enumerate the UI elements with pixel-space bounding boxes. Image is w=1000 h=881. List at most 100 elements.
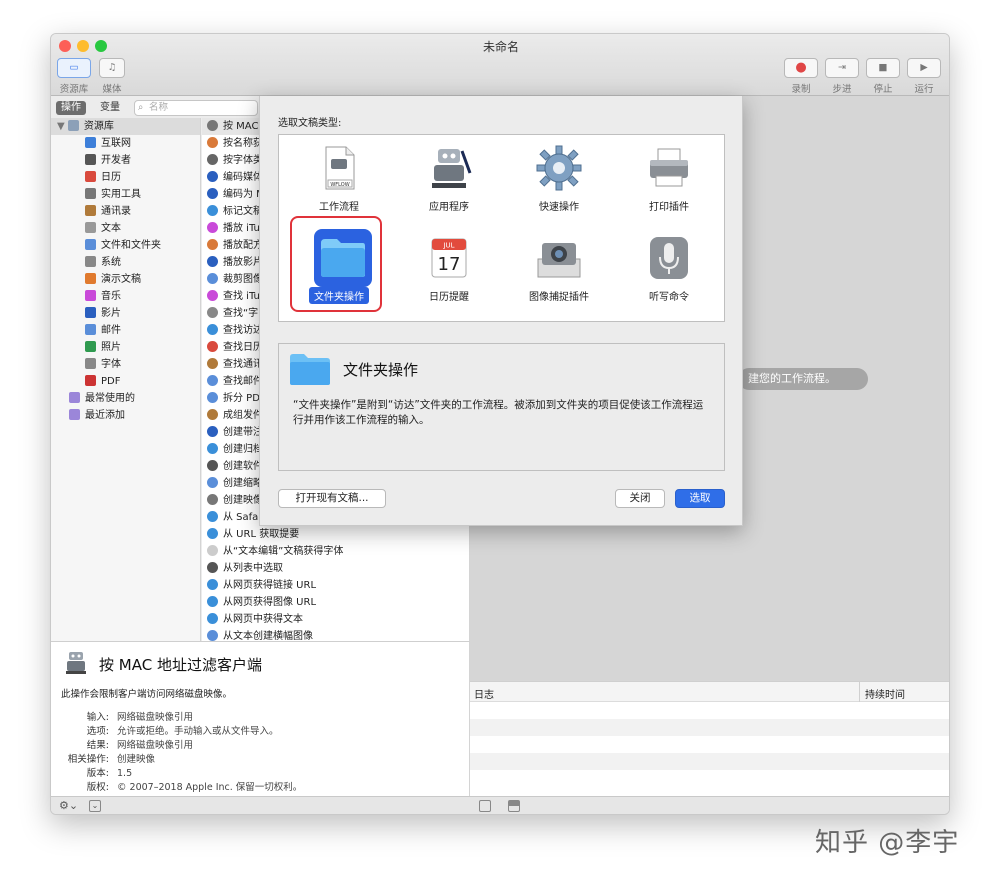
library-item[interactable]: 日历 xyxy=(51,169,200,186)
action-item[interactable]: 从网页获得链接 URL xyxy=(202,577,469,594)
open-existing-button[interactable]: 打开现有文稿... xyxy=(278,489,386,508)
document-type-grid: WFLOW 工作流程 应用程序 快速操作 打印插件文件夹操作 JUL 17 日历提醒 图像捕捉插… xyxy=(278,134,725,322)
stop-icon: ■ xyxy=(878,62,888,73)
search-placeholder: 名称 xyxy=(149,102,169,113)
show-description-icon[interactable]: ⌄ xyxy=(89,800,101,812)
list-view-icon[interactable] xyxy=(479,800,491,812)
doc-type-folder[interactable]: 文件夹操作 xyxy=(285,229,393,304)
text-icon xyxy=(85,222,96,233)
library-item[interactable]: 互联网 xyxy=(51,135,200,152)
wflow-tag: WFLOW xyxy=(330,182,349,188)
doc-type-workflow[interactable]: WFLOW 工作流程 xyxy=(285,143,393,214)
bottom-bar: ⚙⌄ ⌄ xyxy=(51,796,949,814)
doc-type-microphone[interactable]: 听写命令 xyxy=(615,233,723,304)
action-item[interactable]: 从“文本编辑”文稿获得字体 xyxy=(202,543,469,560)
calendar-icon xyxy=(85,171,96,182)
split-view-icon[interactable] xyxy=(508,800,520,812)
library-item[interactable]: 邮件 xyxy=(51,322,200,339)
library-icon xyxy=(67,120,79,131)
library-toggle-button[interactable]: ▭ 资源库 xyxy=(57,58,91,95)
library-item[interactable]: 通讯录 xyxy=(51,203,200,220)
action-icon xyxy=(207,494,218,505)
tab-variables[interactable]: 变量 xyxy=(95,101,125,115)
media-label: 媒体 xyxy=(102,84,122,95)
microphone-icon xyxy=(644,233,694,283)
smart-group-item[interactable]: 最近添加 xyxy=(51,407,200,424)
smart-folder-icon xyxy=(69,409,80,420)
folder-icon xyxy=(85,239,96,250)
action-item[interactable]: 从文本创建横幅图像 xyxy=(202,628,469,641)
library-item[interactable]: 音乐 xyxy=(51,288,200,305)
doc-type-camera[interactable]: 图像捕捉插件 xyxy=(505,233,613,304)
camera-icon xyxy=(534,233,584,283)
library-item[interactable]: 实用工具 xyxy=(51,186,200,203)
action-icon xyxy=(207,528,218,539)
library-root[interactable]: ▼ 资源库 xyxy=(51,118,200,135)
log-column-header[interactable]: 日志 xyxy=(474,686,494,701)
tab-actions[interactable]: 操作 xyxy=(56,101,86,115)
library-item[interactable]: 文件和文件夹 xyxy=(51,237,200,254)
document-type-sheet: 选取文稿类型: WFLOW 工作流程 应用程序 快速操作 打印插件 文件夹操作 JUL 17 日… xyxy=(259,96,743,526)
globe-icon xyxy=(85,137,96,148)
close-button[interactable]: 关闭 xyxy=(615,489,665,508)
action-icon xyxy=(207,341,218,352)
doc-type-application[interactable]: 应用程序 xyxy=(395,143,503,214)
action-icon xyxy=(207,579,218,590)
record-button[interactable]: ● 录制 xyxy=(784,58,818,95)
library-item[interactable]: PDF xyxy=(51,373,200,390)
action-icon xyxy=(207,239,218,250)
record-label: 录制 xyxy=(791,84,811,95)
action-title: 按 MAC 地址过滤客户端 xyxy=(99,656,262,674)
duration-column-header[interactable]: 持续时间 xyxy=(865,686,905,701)
titlebar: 未命名 ▭ 资源库 ♫ 媒体 ● 录制 ⇥ 步进 ■ 停止 ▶ 运行 xyxy=(51,34,949,96)
doc-type-gear[interactable]: 快速操作 xyxy=(505,143,613,214)
sidebar-icon: ▭ xyxy=(69,62,79,73)
log-divider xyxy=(859,682,860,702)
smart-group-item[interactable]: 最常使用的 xyxy=(51,390,200,407)
library-item[interactable]: 字体 xyxy=(51,356,200,373)
system-icon xyxy=(85,256,96,267)
contacts-icon xyxy=(85,205,96,216)
media-button[interactable]: ♫ 媒体 xyxy=(99,58,125,95)
search-icon: ⌕ xyxy=(138,102,144,113)
step-label: 步进 xyxy=(832,84,852,95)
stop-label: 停止 xyxy=(873,84,893,95)
action-item[interactable]: 从列表中选取 xyxy=(202,560,469,577)
action-result-row: 结果: 网络磁盘映像引用 xyxy=(86,740,194,751)
search-input[interactable]: ⌕ 名称 xyxy=(134,100,258,116)
smart-folder-icon xyxy=(69,392,80,403)
action-icon xyxy=(207,324,218,335)
action-icon xyxy=(207,222,218,233)
action-icon xyxy=(207,154,218,165)
action-item[interactable]: 从网页获得图像 URL xyxy=(202,594,469,611)
action-icon xyxy=(207,511,218,522)
run-button[interactable]: ▶ 运行 xyxy=(907,58,941,95)
doc-type-calendar[interactable]: JUL 17 日历提醒 xyxy=(395,233,503,304)
library-item[interactable]: 影片 xyxy=(51,305,200,322)
stop-button[interactable]: ■ 停止 xyxy=(866,58,900,95)
library-item[interactable]: 文本 xyxy=(51,220,200,237)
action-summary: 此操作会限制客户端访问网络磁盘映像。 xyxy=(61,689,233,700)
library-item[interactable]: 演示文稿 xyxy=(51,271,200,288)
selected-type-title: 文件夹操作 xyxy=(343,361,419,379)
pdf-icon xyxy=(85,375,96,386)
library-list: ▼ 资源库 互联网 开发者 日历 实用工具 通讯录 文本 文件和文件夹 系统 演示文稿 音乐 影片邮… xyxy=(51,118,201,641)
action-icon xyxy=(207,613,218,624)
gear-icon[interactable]: ⚙⌄ xyxy=(59,799,78,812)
choose-type-prompt: 选取文稿类型: xyxy=(278,118,342,129)
action-icon xyxy=(207,358,218,369)
action-version-row: 版本: 1.5 xyxy=(86,768,133,779)
watermark: 知乎 @李宇 xyxy=(815,828,960,858)
action-icon xyxy=(207,630,218,641)
printer-icon xyxy=(644,143,694,193)
step-button[interactable]: ⇥ 步进 xyxy=(825,58,859,95)
library-item[interactable]: 系统 xyxy=(51,254,200,271)
doc-type-printer[interactable]: 打印插件 xyxy=(615,143,723,214)
music-icon xyxy=(85,290,96,301)
action-item[interactable]: 从网页中获得文本 xyxy=(202,611,469,628)
choose-button[interactable]: 选取 xyxy=(675,489,725,508)
action-item[interactable]: 从 URL 获取提要 xyxy=(202,526,469,543)
library-item[interactable]: 开发者 xyxy=(51,152,200,169)
library-item[interactable]: 照片 xyxy=(51,339,200,356)
music-note-icon: ♫ xyxy=(107,62,117,73)
